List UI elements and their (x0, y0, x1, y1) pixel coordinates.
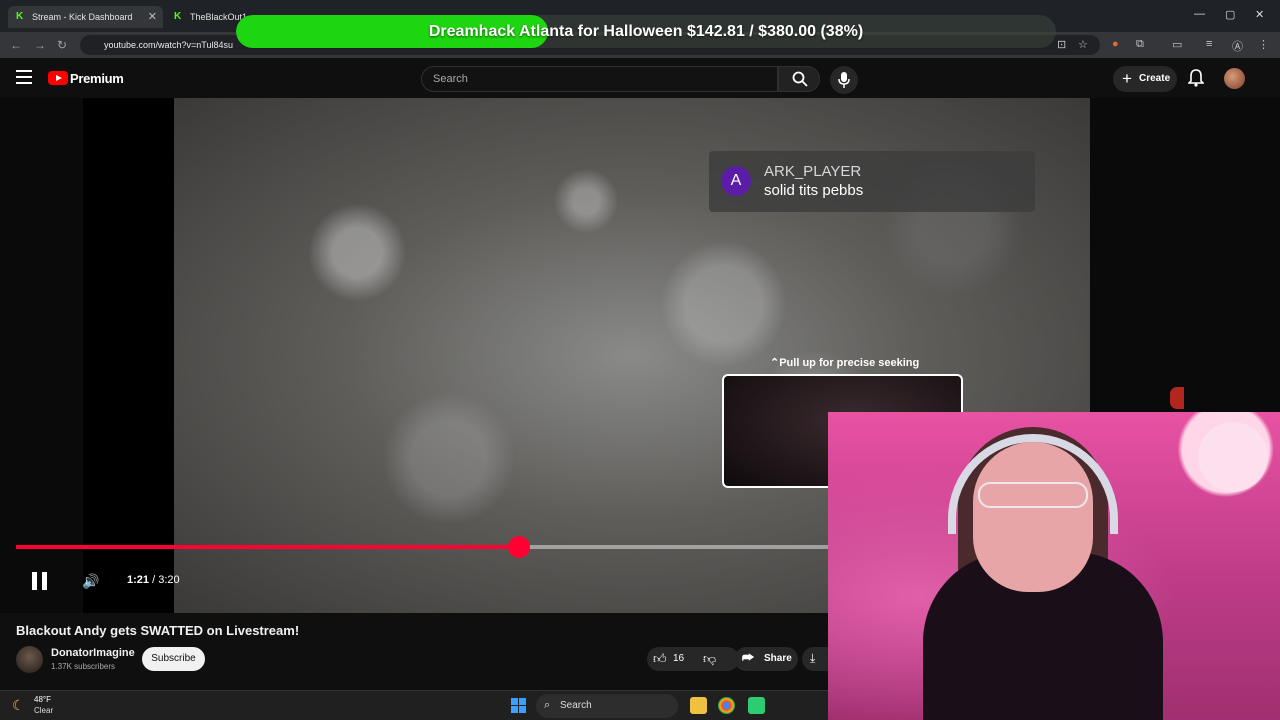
pause-icon (32, 572, 37, 590)
webcam-overlay (828, 412, 1280, 720)
sidepanel-icon[interactable]: ▭ (1172, 38, 1182, 51)
pause-icon-bar (42, 572, 47, 590)
current-time: 1:21 (127, 574, 150, 586)
hamburger-menu-icon[interactable] (16, 70, 32, 84)
bookmark-star-icon[interactable]: ☆ (1078, 38, 1088, 51)
search-button[interactable] (778, 66, 820, 92)
progress-played (16, 545, 520, 549)
weather-moon-icon[interactable]: ☾ (12, 697, 25, 714)
channel-avatar[interactable] (16, 646, 43, 673)
channel-name[interactable]: DonatorImagine (51, 647, 135, 659)
reload-icon[interactable]: ↻ (57, 38, 67, 52)
account-avatar[interactable] (1224, 68, 1245, 89)
taskbar-search[interactable]: ⌕ Search (536, 694, 678, 718)
maximize-icon[interactable]: ▢ (1225, 8, 1235, 21)
chrome-icon[interactable] (718, 697, 735, 714)
brand-label: Premium (70, 71, 124, 86)
profile-icon[interactable]: Ⓐ (1232, 38, 1243, 54)
create-button[interactable]: + Create (1113, 66, 1177, 92)
download-icon: ⤓ (810, 651, 816, 665)
letterbox-bar (83, 98, 174, 613)
share-icon: ⮫ (742, 650, 755, 665)
app-icon[interactable] (748, 697, 765, 714)
extension-icon[interactable]: ● (1112, 38, 1119, 50)
puzzle-icon[interactable]: ⧉ (1136, 38, 1144, 51)
seek-hint: ⌃Pull up for precise seeking (770, 356, 919, 369)
duration: 3:20 (158, 574, 180, 586)
create-label: Create (1139, 73, 1171, 84)
weather-description: Clear (34, 706, 54, 715)
chat-username: ARK_PLAYER (764, 163, 862, 180)
start-tile (519, 698, 526, 705)
share-label: Share (764, 653, 792, 664)
chat-overlay-message: A ARK_PLAYER solid tits pebbs (709, 151, 1035, 212)
share-button[interactable]: ⮫ Share (734, 647, 798, 671)
glasses (978, 482, 1088, 508)
start-tile (519, 706, 526, 713)
donation-goal-text: Dreamhack Atlanta for Halloween $142.81 … (428, 23, 864, 40)
moon-decoration (1198, 422, 1268, 492)
volume-icon[interactable]: 🔊 (82, 573, 99, 590)
time-display: 1:21 / 3:20 (127, 574, 180, 586)
media-icon[interactable]: ≡ (1206, 38, 1212, 50)
back-icon[interactable]: ← (10, 38, 22, 52)
search-icon: ⌕ (544, 699, 551, 711)
subscriber-count: 1.37K subscribers (51, 662, 116, 671)
plus-icon: + (1122, 69, 1132, 88)
chevron-up-icon: ⌃ (770, 357, 780, 369)
pause-button[interactable] (32, 572, 48, 590)
chat-message-text: solid tits pebbs (764, 182, 864, 199)
seek-hint-label: Pull up for precise seeking (779, 357, 920, 369)
donation-goal-bar: Dreamhack Atlanta for Halloween $142.81 … (236, 15, 1056, 48)
weather-temperature: 48°F (34, 695, 51, 704)
search-input[interactable]: Search (421, 66, 778, 92)
file-explorer-icon[interactable] (690, 697, 707, 714)
chat-user-avatar: A (721, 166, 751, 196)
windows-start-icon[interactable] (511, 698, 526, 713)
close-window-icon[interactable]: ✕ (1255, 8, 1264, 21)
thumbs-up-icon[interactable]: 👍︎ (653, 651, 667, 667)
youtube-header: Premium Search + Create (0, 58, 1280, 98)
video-title: Blackout Andy gets SWATTED on Livestream… (16, 623, 300, 638)
install-icon[interactable]: ⊡ (1057, 38, 1066, 51)
microphone-icon (838, 72, 850, 88)
windows-taskbar: ☾ 48°F Clear ⌕ Search (0, 690, 828, 720)
notifications-bell-icon[interactable] (1188, 69, 1204, 87)
progress-bar[interactable] (16, 545, 828, 549)
youtube-logo-icon[interactable] (48, 71, 68, 85)
side-indicator (1170, 387, 1184, 409)
thumbs-down-icon[interactable]: 👎︎ (703, 651, 716, 667)
kick-icon: K (174, 11, 182, 22)
start-tile (511, 698, 518, 705)
like-count: 16 (673, 653, 685, 664)
like-dislike-group[interactable]: 👍︎ 16 👎︎ (647, 647, 739, 671)
subscribe-button[interactable]: Subscribe (142, 647, 205, 671)
minimize-icon[interactable]: — (1194, 8, 1205, 20)
search-icon (792, 71, 808, 87)
close-icon[interactable]: ✕ (148, 10, 157, 23)
taskbar-search-label: Search (560, 700, 592, 711)
voice-search-button[interactable] (830, 66, 858, 94)
kebab-menu-icon[interactable]: ⋮ (1258, 38, 1269, 51)
start-tile (511, 706, 518, 713)
tab-kick-dashboard[interactable]: K Stream - Kick Dashboard ✕ (8, 6, 163, 28)
kick-icon: K (16, 11, 24, 22)
forward-icon[interactable]: → (34, 38, 46, 52)
tab-title: Stream - Kick Dashboard (32, 12, 133, 22)
